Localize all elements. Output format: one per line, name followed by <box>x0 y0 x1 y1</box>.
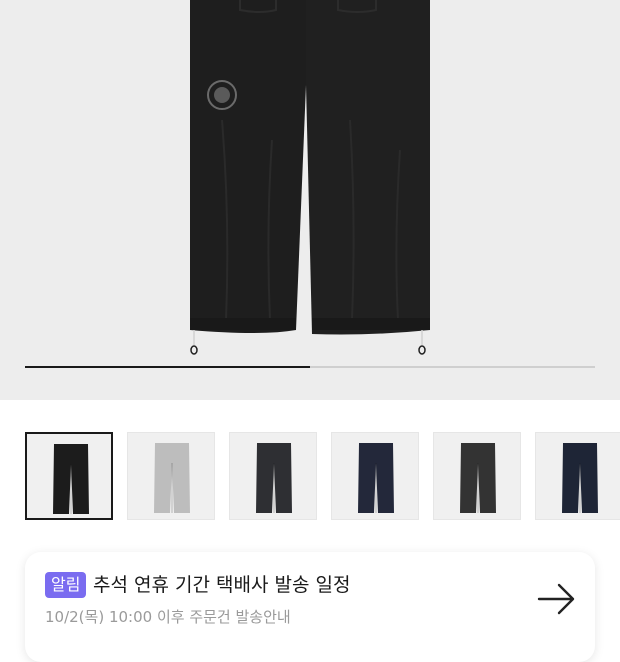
gallery-progress-fill <box>25 366 310 368</box>
notice-badge: 알림 <box>45 572 87 598</box>
thumbnail-strip <box>25 432 620 522</box>
product-image-gallery[interactable] <box>0 0 620 400</box>
thumbnail-dark-gray[interactable] <box>433 432 521 520</box>
pants-thumbnail-image <box>154 443 190 513</box>
pants-thumbnail-image <box>460 443 496 513</box>
gallery-progress-bar <box>25 366 595 368</box>
thumbnail-black[interactable] <box>25 432 113 520</box>
arrow-right-icon[interactable] <box>537 582 577 616</box>
pants-thumbnail-image <box>256 443 292 513</box>
notice-subtitle: 10/2(목) 10:00 이후 주문건 발송안내 <box>45 608 291 626</box>
notice-card[interactable]: 알림 추석 연휴 기간 택배사 발송 일정 10/2(목) 10:00 이후 주… <box>25 552 595 662</box>
pants-thumbnail-image <box>358 443 394 513</box>
notice-title: 추석 연휴 기간 택배사 발송 일정 <box>93 574 351 596</box>
thumbnail-navy[interactable] <box>331 432 419 520</box>
thumbnail-melange-gray[interactable] <box>127 432 215 520</box>
pants-thumbnail-image <box>53 444 89 514</box>
product-main-image <box>190 0 430 355</box>
thumbnail-dark-navy[interactable] <box>535 432 620 520</box>
thumbnail-charcoal[interactable] <box>229 432 317 520</box>
pants-thumbnail-image <box>562 443 598 513</box>
